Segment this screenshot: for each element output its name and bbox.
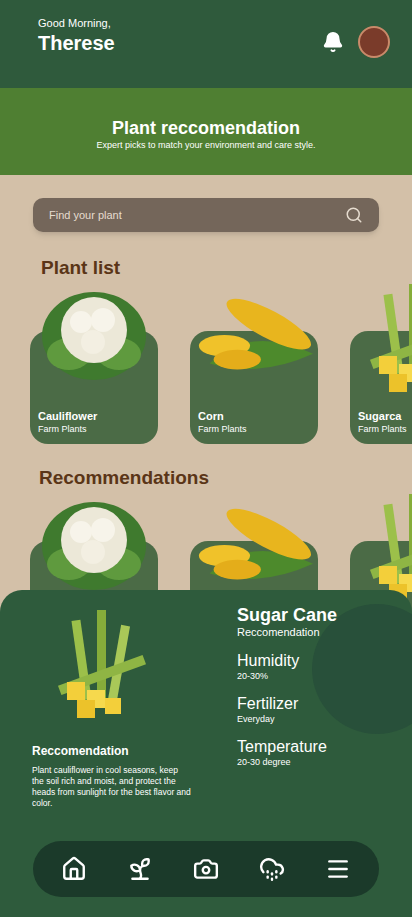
sugarcane-image (359, 284, 412, 394)
plant-category: Farm Plants (38, 423, 150, 435)
bottom-nav (33, 841, 379, 897)
note-text: Plant cauliflower in cool seasons, keep … (32, 765, 192, 809)
detail-sheet: Reccomendation Plant cauliflower in cool … (0, 590, 412, 917)
search-bar[interactable]: Find your plant (33, 198, 379, 232)
banner-subtitle: Expert picks to match your environment a… (96, 139, 315, 151)
search-placeholder: Find your plant (49, 207, 337, 224)
stat-value: Everyday (237, 714, 380, 725)
stat-value: 20-30 degree (237, 757, 380, 768)
sugarcane-image (359, 494, 412, 604)
search-icon[interactable] (345, 206, 363, 224)
weather-icon[interactable] (259, 856, 285, 882)
plant-list-title: Plant list (41, 256, 412, 280)
avatar[interactable] (358, 26, 390, 58)
camera-icon[interactable] (193, 856, 219, 882)
app: Good Morning,TheresePlant reccomendation… (0, 0, 412, 917)
detail-title: Sugar Cane (237, 604, 380, 626)
stat: FertilizerEveryday (237, 694, 380, 725)
header: Good Morning,Therese (0, 0, 412, 88)
sugarcane-image (47, 610, 157, 720)
plant-card[interactable]: SugarcaFarm Plants (350, 284, 412, 444)
user-name: Therese (38, 30, 115, 56)
plant-card[interactable]: CauliflowerFarm Plants (30, 284, 158, 444)
cauliflower-image (39, 494, 149, 594)
stat-label: Humidity (237, 651, 380, 671)
plant-category: Farm Plants (198, 423, 310, 435)
plant-name: Sugarca (358, 409, 412, 423)
stat-label: Fertilizer (237, 694, 380, 714)
corn-image (190, 494, 318, 594)
plant-category: Farm Plants (358, 423, 412, 435)
home-icon[interactable] (61, 856, 87, 882)
bell-icon[interactable] (322, 31, 344, 53)
plant-name: Cauliflower (38, 409, 150, 423)
stat: Temperature20-30 degree (237, 737, 380, 768)
stat-label: Temperature (237, 737, 380, 757)
recommendations-title: Recommendations (39, 466, 412, 490)
plant-icon[interactable] (127, 856, 153, 882)
stat-value: 20-30% (237, 671, 380, 682)
corn-image (190, 284, 318, 384)
detail-subtitle: Reccomendation (237, 626, 380, 639)
banner: Plant reccomendationExpert picks to matc… (0, 88, 412, 175)
note-title: Reccomendation (32, 744, 202, 759)
stat: Humidity20-30% (237, 651, 380, 682)
cauliflower-image (39, 284, 149, 384)
plant-name: Corn (198, 409, 310, 423)
plant-list: CauliflowerFarm PlantsCornFarm PlantsSug… (0, 284, 412, 444)
plant-card[interactable]: CornFarm Plants (190, 284, 318, 444)
banner-title: Plant reccomendation (112, 117, 300, 139)
menu-icon[interactable] (325, 856, 351, 882)
greeting: Good Morning, (38, 16, 115, 30)
